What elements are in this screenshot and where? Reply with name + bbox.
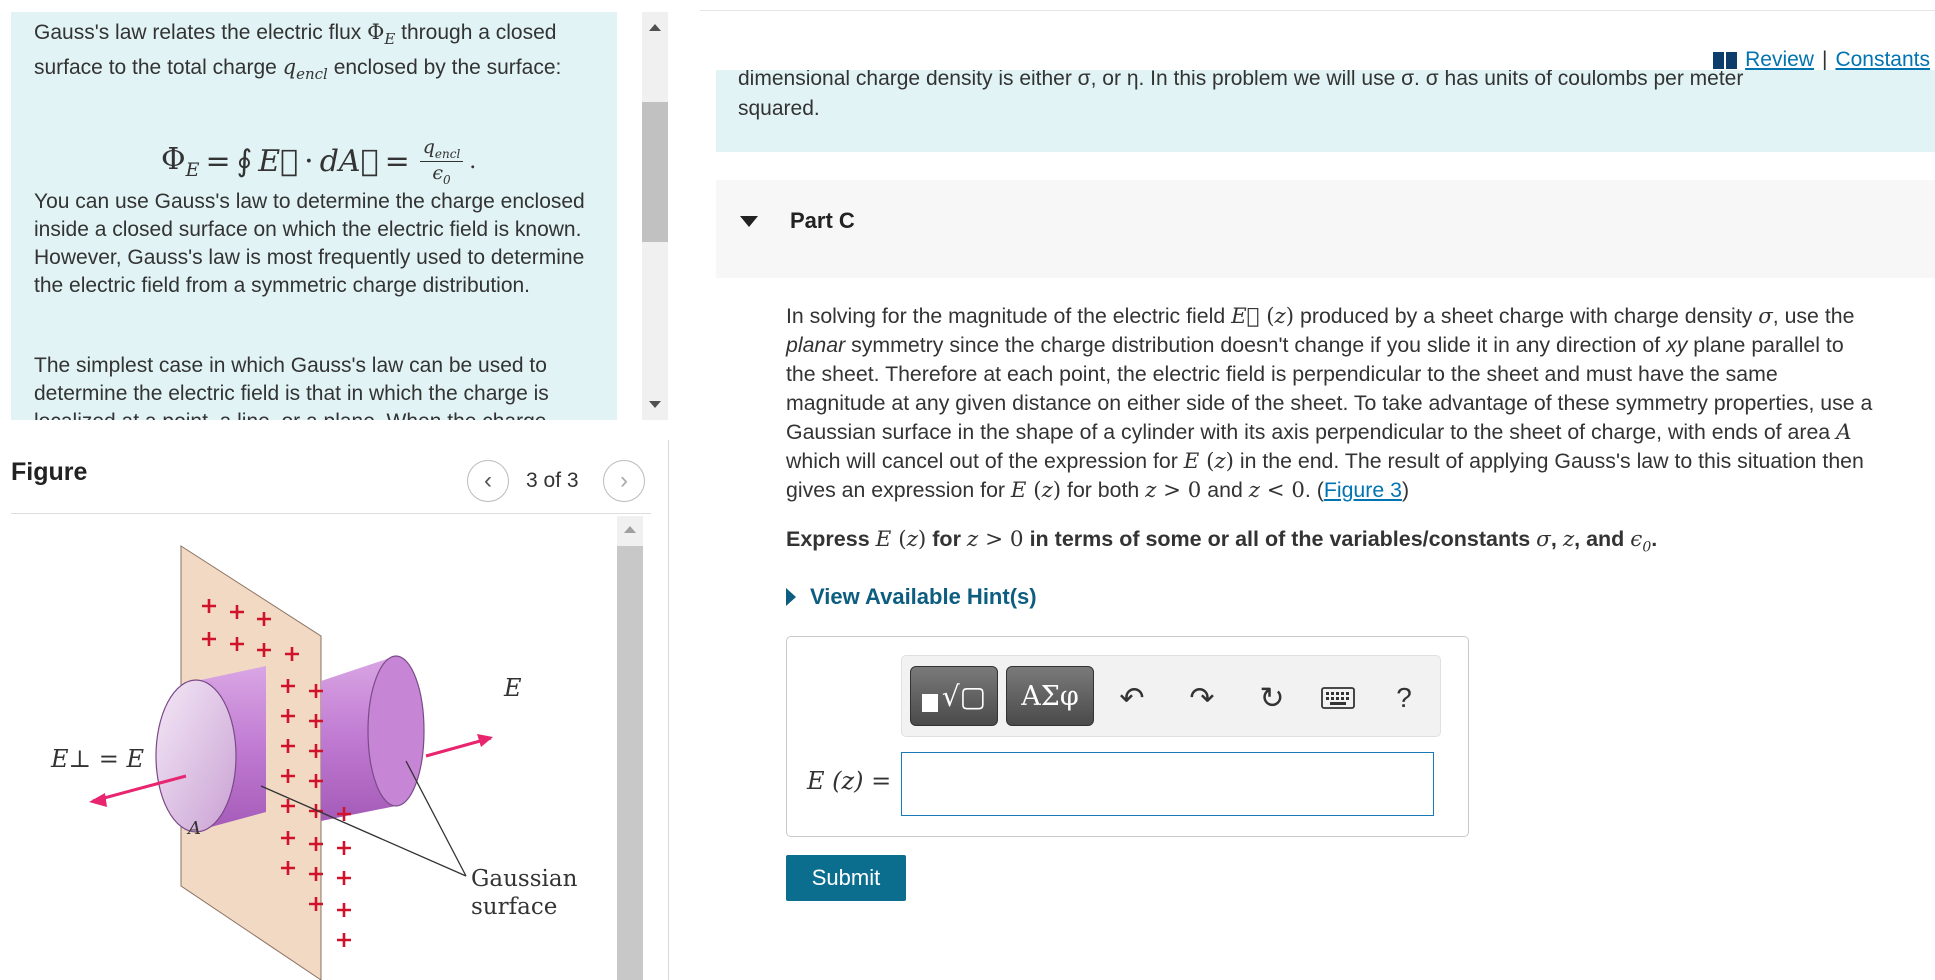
gauss-law-formula: ΦE = ∮ E⃗ · dA⃗ = qencl ϵ0 . [161, 136, 477, 187]
templates-button[interactable]: √▢ [910, 666, 998, 726]
intro-paragraph-2: You can use Gauss's law to determine the… [34, 190, 585, 297]
view-hints-toggle[interactable]: View Available Hint(s) [786, 584, 1037, 610]
next-figure-button[interactable]: › [603, 460, 645, 502]
answer-label: E (z) = [807, 767, 892, 795]
part-c-header[interactable]: Part C [716, 180, 1935, 278]
field-arrowhead-left [89, 793, 107, 807]
intro-paragraph-1: Gauss's law relates the electric flux ΦE… [34, 20, 562, 84]
hints-label: View Available Hint(s) [810, 584, 1037, 609]
right-cylinder-cap [367, 655, 425, 807]
redo-icon[interactable]: ↷ [1182, 678, 1222, 718]
context-line-1: dimensional charge density is either σ, … [738, 70, 1744, 90]
label-e-perp: E⊥ = E [50, 745, 144, 773]
answer-input[interactable] [901, 752, 1434, 816]
math-toolbar: √▢ ΑΣφ ↶ ↷ ↻ ? [901, 655, 1441, 737]
keyboard-glyph [1321, 687, 1355, 709]
part-title: Part C [790, 208, 855, 233]
label-area: A [186, 818, 201, 839]
collapse-caret-icon[interactable] [740, 216, 758, 227]
radical-icon: √▢ [941, 679, 987, 713]
expand-caret-icon [786, 588, 796, 606]
label-surface: surface [471, 894, 557, 920]
intro-scrollbar[interactable] [642, 12, 668, 420]
scroll-up-arrow-icon[interactable] [624, 526, 636, 533]
link-separator: | [1821, 48, 1828, 71]
keyboard-icon[interactable] [1318, 678, 1358, 718]
scroll-up-arrow-icon[interactable] [649, 24, 661, 31]
submit-button[interactable]: Submit [786, 855, 906, 901]
label-e: E [503, 674, 522, 702]
pointer-line-2 [405, 760, 467, 877]
context-line-2: squared. [738, 97, 820, 120]
box-icon [921, 694, 938, 712]
top-border [700, 10, 1935, 11]
scroll-down-arrow-icon[interactable] [649, 401, 661, 408]
field-arrowhead-right [477, 734, 493, 747]
panel-divider [668, 440, 669, 980]
previous-part-context: dimensional charge density is either σ, … [716, 70, 1935, 152]
undo-icon[interactable]: ↶ [1112, 678, 1152, 718]
chevron-left-icon: ‹ [484, 467, 492, 494]
figure-scrollbar[interactable] [617, 516, 643, 980]
express-instruction: Express E (z) for z > 0 in terms of some… [786, 527, 1658, 556]
help-icon[interactable]: ? [1384, 678, 1424, 718]
book-icon [1713, 51, 1738, 69]
constants-link[interactable]: Constants [1835, 48, 1930, 72]
problem-statement: In solving for the magnitude of the elec… [786, 304, 1873, 503]
answer-box: √▢ ΑΣφ ↶ ↷ ↻ ? E (z) = [786, 636, 1469, 837]
q-symbol: qencl [282, 55, 328, 84]
previous-figure-button[interactable]: ‹ [467, 460, 509, 502]
greek-symbols-button[interactable]: ΑΣφ [1006, 666, 1094, 726]
figure-3-link[interactable]: Figure 3 [1324, 478, 1402, 502]
label-gaussian: Gaussian [471, 866, 578, 892]
figure-title: Figure [11, 458, 88, 486]
review-link[interactable]: Review [1745, 48, 1814, 72]
chevron-right-icon: › [620, 467, 628, 494]
scroll-thumb[interactable] [642, 102, 668, 242]
figure-image: E E⊥ = E A Gaussian surface [11, 516, 651, 980]
review-links: Review | Constants [1713, 48, 1930, 72]
reset-icon[interactable]: ↻ [1252, 678, 1292, 718]
intro-box: Gauss's law relates the electric flux ΦE… [11, 12, 617, 420]
flux-symbol: ΦE [367, 20, 396, 49]
figure-header: Figure ‹ 3 of 3 › [11, 444, 651, 514]
left-panel: Gauss's law relates the electric flux ΦE… [0, 0, 668, 980]
sheet-charge-diagram: E E⊥ = E A Gaussian surface [50, 545, 578, 980]
left-cylinder-cap [155, 679, 237, 833]
figure-counter: 3 of 3 [526, 469, 579, 492]
intro-paragraph-3: The simplest case in which Gauss's law c… [34, 354, 549, 420]
